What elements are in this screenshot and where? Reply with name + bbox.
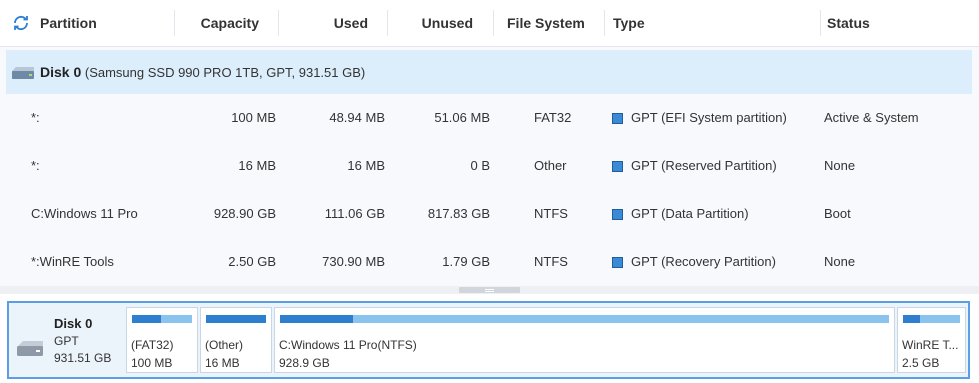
partition-row[interactable]: *:WinRE Tools 2.50 GB 730.90 MB 1.79 GB NTFS… — [0, 238, 979, 286]
disk-map-name: Disk 0 — [54, 316, 93, 331]
disk-map-info[interactable]: Disk 0 GPT 931.51 GB — [9, 303, 127, 377]
partition-status: Boot — [824, 206, 851, 221]
type-marker-icon — [612, 113, 623, 124]
partition-unused: 0 B — [470, 158, 490, 173]
partition-type: GPT (EFI System partition) — [631, 110, 787, 125]
partition-name: C:Windows 11 Pro — [31, 206, 138, 221]
partition-capacity: 928.90 GB — [213, 206, 276, 221]
disk-detail: (Samsung SSD 990 PRO 1TB, GPT, 931.51 GB… — [84, 65, 366, 80]
partition-type: GPT (Reserved Partition) — [631, 158, 777, 173]
partition-block-label: WinRE T... — [902, 338, 959, 352]
partition-name: *: — [31, 158, 40, 173]
partition-used: 111.06 GB — [324, 206, 385, 221]
partition-status: Active & System — [824, 110, 919, 125]
type-marker-icon — [612, 257, 623, 268]
partition-used: 730.90 MB — [322, 254, 385, 269]
partition-used: 16 MB — [347, 158, 385, 173]
partition-status: None — [824, 158, 856, 173]
column-header: Partition Capacity Used Unused File Syst… — [0, 0, 979, 47]
partition-type: GPT (Recovery Partition) — [631, 254, 776, 269]
partition-unused: 51.06 MB — [434, 110, 490, 125]
partition-row[interactable]: *: 100 MB 48.94 MB 51.06 MB FAT32 GPT (EFI Sy… — [0, 94, 979, 142]
partition-block-size: 16 MB — [205, 356, 240, 370]
type-marker-icon — [612, 209, 623, 220]
col-partition[interactable]: Partition — [40, 0, 97, 46]
col-status[interactable]: Status — [827, 0, 870, 46]
usage-bar-fill — [132, 315, 162, 323]
partition-file-system: NTFS — [534, 206, 568, 221]
refresh-icon[interactable] — [12, 14, 30, 32]
partition-block-size: 2.5 GB — [902, 356, 940, 370]
disk-map[interactable]: Disk 0 GPT 931.51 GB (FAT32) 100 MB (Other… — [7, 301, 970, 379]
partition-row[interactable]: *: 16 MB 16 MB 0 B Other GPT (Reserved Partit… — [0, 142, 979, 190]
partition-block[interactable]: (Other) 16 MB — [200, 307, 272, 373]
partition-unused: 817.83 GB — [427, 206, 490, 221]
partition-name: *: — [31, 110, 40, 125]
panel-splitter[interactable] — [0, 286, 979, 294]
disk-map-style: GPT — [54, 334, 79, 348]
type-marker-icon — [612, 161, 623, 172]
usage-bar-fill — [903, 315, 920, 323]
col-capacity[interactable]: Capacity — [201, 0, 259, 46]
usage-bar-fill — [280, 315, 354, 323]
partition-block-label: C:Windows 11 Pro(NTFS) — [279, 338, 417, 352]
col-type[interactable]: Type — [613, 0, 645, 46]
partition-type: GPT (Data Partition) — [631, 206, 749, 221]
col-used[interactable]: Used — [334, 0, 368, 46]
partition-block[interactable]: (FAT32) 100 MB — [126, 307, 198, 373]
partition-status: None — [824, 254, 856, 269]
partition-name: *:WinRE Tools — [31, 254, 114, 269]
partition-block-size: 928.9 GB — [279, 356, 330, 370]
partition-block-label: (FAT32) — [131, 338, 174, 352]
partition-row[interactable]: C:Windows 11 Pro 928.90 GB 111.06 GB 817.83… — [0, 190, 979, 238]
partition-file-system: NTFS — [534, 254, 568, 269]
partition-unused: 1.79 GB — [442, 254, 490, 269]
partition-capacity: 16 MB — [238, 158, 276, 173]
partition-block[interactable]: C:Windows 11 Pro(NTFS) 928.9 GB — [274, 307, 895, 373]
disk-icon — [12, 67, 34, 79]
col-unused[interactable]: Unused — [422, 0, 473, 46]
partition-file-system: FAT32 — [534, 110, 572, 125]
usage-bar — [280, 315, 889, 323]
usage-bar-fill — [206, 315, 266, 323]
usage-bar — [206, 315, 266, 323]
col-file-system[interactable]: File System — [507, 0, 585, 46]
partition-list-panel: Partition Capacity Used Unused File Syst… — [0, 0, 979, 286]
partition-file-system: Other — [534, 158, 567, 173]
usage-bar — [132, 315, 192, 323]
disk-map-size: 931.51 GB — [54, 351, 112, 365]
partition-capacity: 2.50 GB — [228, 254, 276, 269]
partition-block-size: 100 MB — [131, 356, 173, 370]
splitter-grip[interactable] — [459, 287, 520, 293]
partition-used: 48.94 MB — [329, 110, 385, 125]
disk-name: Disk 0 — [40, 64, 82, 80]
usage-bar — [903, 315, 960, 323]
disk-label: Disk 0 (Samsung SSD 990 PRO 1TB, GPT, 93… — [40, 50, 365, 95]
partition-block-label: (Other) — [205, 338, 244, 352]
partition-block[interactable]: WinRE T... 2.5 GB — [897, 307, 966, 373]
disk-icon — [17, 341, 43, 356]
disk-row[interactable]: Disk 0 (Samsung SSD 990 PRO 1TB, GPT, 93… — [6, 50, 972, 94]
partition-capacity: 100 MB — [231, 110, 276, 125]
